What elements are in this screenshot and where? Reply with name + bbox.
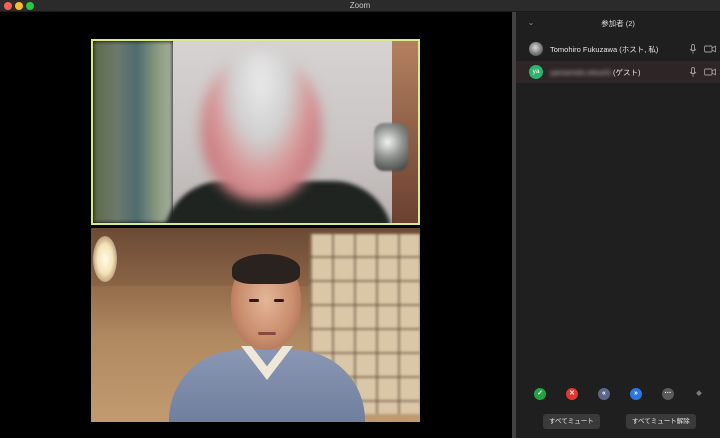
- yes-reaction-icon[interactable]: ✓: [534, 388, 546, 400]
- more-reactions-icon[interactable]: ···: [662, 388, 674, 400]
- participant-row[interactable]: ya yamamoto.otsuchi (ゲスト): [516, 61, 720, 83]
- background-light: [93, 236, 117, 282]
- video-camera-icon[interactable]: [704, 44, 716, 54]
- no-reaction-icon[interactable]: ✕: [566, 388, 578, 400]
- avatar: ya: [529, 65, 543, 79]
- title-bar: Zoom: [0, 0, 720, 12]
- speed-up-reaction-icon[interactable]: »: [630, 388, 642, 400]
- slow-down-reaction-icon[interactable]: «: [598, 388, 610, 400]
- participant-eye: [249, 299, 259, 302]
- participant-row[interactable]: Tomohiro Fukuzawa (ホスト, 私): [516, 38, 720, 60]
- participants-panel-header: ⌄ 参加者 (2): [516, 12, 720, 34]
- unmute-all-button[interactable]: すべてミュート解除: [626, 414, 696, 429]
- window-title: Zoom: [349, 1, 371, 10]
- video-tile-participant[interactable]: [91, 228, 420, 422]
- zoom-window: Zoom ⌄ 参加者 (2) Tomohiro Fukuzawa (ホスト, 私…: [0, 0, 720, 438]
- microphone-icon[interactable]: [689, 44, 697, 54]
- video-camera-icon[interactable]: [704, 67, 716, 77]
- video-gallery: [0, 12, 512, 438]
- participants-panel: ⌄ 参加者 (2) Tomohiro Fukuzawa (ホスト, 私) ya …: [512, 12, 720, 438]
- microphone-icon[interactable]: [689, 67, 697, 77]
- participant-hair: [232, 254, 300, 284]
- video-tile-active-speaker[interactable]: [91, 39, 420, 225]
- background-object: [374, 123, 408, 171]
- mute-all-button[interactable]: すべてミュート: [543, 414, 600, 429]
- participant-name: yamamoto.otsuchi (ゲスト): [550, 68, 641, 77]
- background-bookshelf: [93, 41, 173, 223]
- avatar: [529, 42, 543, 56]
- participant-name: Tomohiro Fukuzawa (ホスト, 私): [550, 45, 659, 54]
- participant-face-blurred: [201, 51, 321, 201]
- participant-mouth: [258, 332, 276, 335]
- participants-panel-title: 参加者 (2): [601, 19, 635, 28]
- clear-reactions-icon[interactable]: ◆: [692, 388, 706, 400]
- participant-eye: [274, 299, 284, 302]
- nonverbal-feedback-bar: ✓ ✕ « » ··· ◆: [516, 386, 720, 402]
